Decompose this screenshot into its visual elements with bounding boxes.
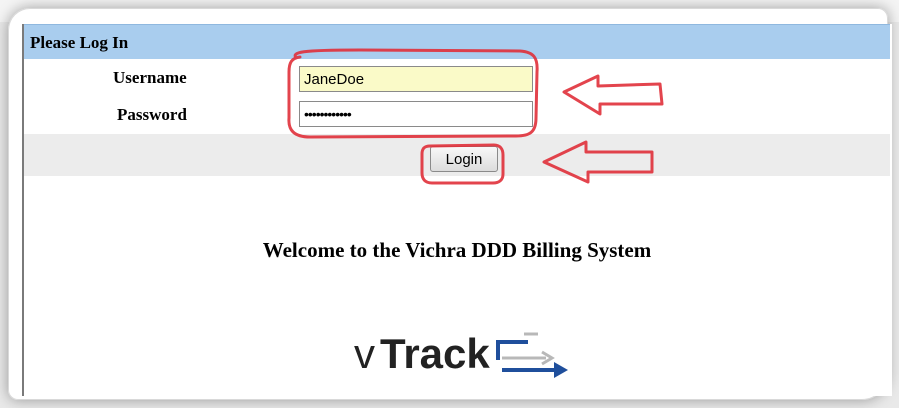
welcome-message: Welcome to the Vichra DDD Billing System — [262, 238, 652, 262]
logo-word: Track — [380, 330, 490, 377]
vtrack-logo: v Track — [354, 324, 614, 384]
panel-title: Please Log In — [30, 33, 129, 52]
panel-header: Please Log In — [24, 24, 890, 59]
login-panel: Please Log In Username Password Login We… — [22, 24, 892, 396]
password-label: Password — [117, 105, 187, 124]
username-label: Username — [113, 68, 187, 87]
login-button[interactable]: Login — [430, 146, 498, 172]
arrow-track-icon — [496, 332, 568, 378]
logo-prefix: v — [354, 330, 375, 377]
button-row: Login — [24, 134, 890, 176]
username-input[interactable] — [299, 66, 533, 92]
password-input[interactable] — [299, 101, 533, 127]
